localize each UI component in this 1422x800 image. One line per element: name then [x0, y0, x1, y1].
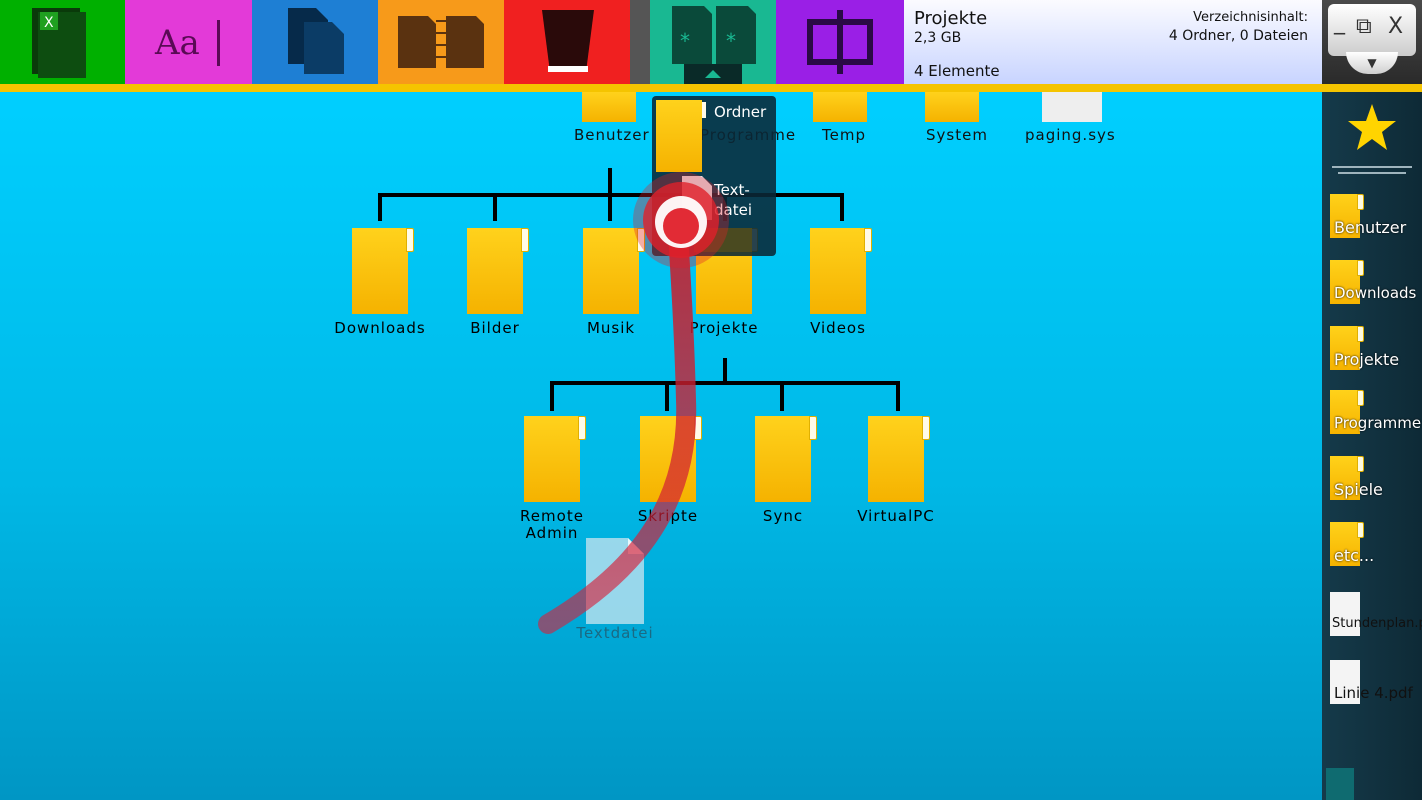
favorites-sidebar: Benutzer Downloads Projekte Programme Sp… — [1322, 92, 1422, 800]
sidebar-item-stundenplan[interactable]: Stundenplan.pdf — [1330, 592, 1422, 642]
sidebar-item-downloads[interactable]: Downloads — [1330, 260, 1422, 310]
sidebar-item-label: Programme — [1334, 414, 1422, 432]
star-icon[interactable] — [1346, 102, 1398, 152]
sidebar-item-label: Projekte — [1334, 350, 1400, 369]
sidebar-item-projekte[interactable]: Projekte — [1330, 326, 1422, 376]
sidebar-item-benutzer[interactable]: Benutzer — [1330, 194, 1422, 244]
drag-gesture-trail — [538, 172, 729, 634]
sidebar-item-spiele[interactable]: Spiele — [1330, 456, 1422, 506]
sidebar-item-etc[interactable]: etc... — [1330, 522, 1422, 572]
sidebar-item-linie-4[interactable]: Linie 4.pdf — [1330, 660, 1422, 710]
sidebar-item-label: Linie 4.pdf — [1334, 684, 1413, 702]
sidebar-item-programme[interactable]: Programme — [1330, 390, 1422, 440]
sidebar-item-label: Spiele — [1334, 480, 1383, 499]
sidebar-divider — [1332, 166, 1412, 168]
sidebar-item-label: Stundenplan.pdf — [1332, 616, 1422, 631]
sidebar-divider — [1338, 172, 1406, 174]
sidebar-item-label: etc... — [1334, 546, 1375, 565]
sidebar-scroll-indicator[interactable] — [1326, 768, 1354, 800]
sidebar-item-label: Downloads — [1334, 284, 1417, 302]
touch-point — [663, 208, 699, 244]
sidebar-item-label: Benutzer — [1334, 218, 1407, 237]
